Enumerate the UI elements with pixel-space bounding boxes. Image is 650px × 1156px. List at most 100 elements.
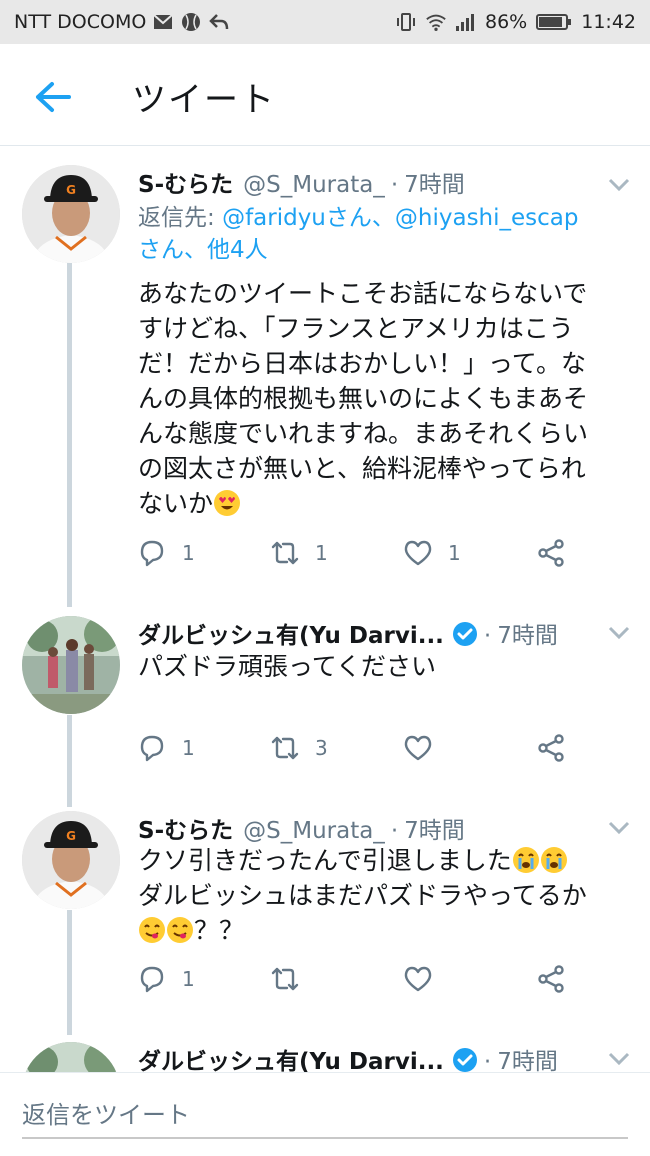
verified-badge-icon bbox=[452, 621, 478, 647]
like-button[interactable] bbox=[402, 732, 448, 764]
status-bar: NTT DOCOMO 86% 11:42 bbox=[0, 0, 650, 44]
author-name[interactable]: S-むらた bbox=[138, 811, 233, 845]
text-line: んな態度でいれますね。まあそれくらい bbox=[138, 419, 589, 448]
text-line: ダルビッシュはまだパズドラやってるか bbox=[138, 881, 587, 910]
wifi-icon bbox=[425, 11, 447, 33]
reply-composer-bar bbox=[0, 1072, 650, 1156]
reply-to-line: 返信先: @faridyuさん、@hiyashi_escap さん、他4人 bbox=[138, 202, 628, 266]
text-line: の図太さが無いと、給料泥棒やってられ bbox=[138, 454, 586, 483]
reply-button[interactable]: 1 bbox=[136, 963, 195, 995]
svg-text:G: G bbox=[66, 829, 76, 843]
clock: 11:42 bbox=[581, 11, 636, 33]
heart-icon bbox=[404, 540, 432, 566]
conversation-thread: G S-むらた @S_Murata_ · 7時間 返信先: @faridyuさん… bbox=[0, 147, 650, 1072]
like-button[interactable] bbox=[402, 963, 448, 995]
reply-others-link[interactable]: さん、他4人 bbox=[138, 237, 268, 263]
reply-arrow-icon bbox=[208, 11, 230, 33]
separator: · bbox=[483, 1049, 492, 1072]
battery-icon bbox=[535, 11, 573, 33]
yum-emoji-icon bbox=[167, 917, 193, 943]
tweet-time[interactable]: 7時間 bbox=[497, 616, 558, 650]
author-handle[interactable]: @S_Murata_ bbox=[243, 818, 385, 844]
reply-user-link[interactable]: @hiyashi_escap bbox=[395, 205, 579, 231]
text-line: パズドラ頑張ってください bbox=[138, 652, 437, 681]
author-name[interactable]: ダルビッシュ有(Yu Darvi... bbox=[138, 1042, 444, 1072]
reply-icon bbox=[140, 966, 164, 993]
avatar[interactable] bbox=[22, 1042, 120, 1072]
mail-icon bbox=[152, 11, 174, 33]
author-name[interactable]: S-むらた bbox=[138, 165, 233, 199]
heart-icon bbox=[404, 735, 432, 761]
baseball-icon bbox=[180, 11, 202, 33]
avatar[interactable]: G bbox=[22, 811, 120, 909]
chevron-down-icon[interactable] bbox=[606, 1049, 632, 1069]
retweet-icon bbox=[271, 541, 299, 565]
battery-percent: 86% bbox=[485, 11, 528, 33]
reply-button[interactable]: 1 bbox=[136, 537, 195, 569]
text-line: だ！だから日本はおかしい！」って。な bbox=[138, 349, 587, 378]
tweet-header: ダルビッシュ有(Yu Darvi... · 7時間 bbox=[138, 616, 558, 650]
vibrate-icon bbox=[395, 11, 417, 33]
text-line: クソ引きだったんで引退しました bbox=[138, 846, 512, 875]
reply-count: 1 bbox=[182, 541, 195, 565]
reply-count: 1 bbox=[182, 967, 195, 991]
retweet-count: 3 bbox=[315, 736, 328, 760]
share-button[interactable] bbox=[535, 732, 567, 764]
text-line: すけどね、「フランスとアメリカはこう bbox=[138, 314, 574, 343]
chevron-down-icon[interactable] bbox=[606, 623, 632, 643]
reply-icon bbox=[140, 735, 164, 762]
yum-emoji-icon bbox=[139, 917, 165, 943]
like-button[interactable]: 1 bbox=[402, 537, 461, 569]
share-button[interactable] bbox=[535, 963, 567, 995]
verified-badge-icon bbox=[452, 1047, 478, 1072]
reply-button[interactable]: 1 bbox=[136, 732, 195, 764]
retweet-count: 1 bbox=[315, 541, 328, 565]
arrow-left-icon bbox=[36, 82, 71, 112]
author-handle[interactable]: @S_Murata_ bbox=[243, 172, 385, 198]
chevron-down-icon[interactable] bbox=[606, 175, 632, 195]
tweet-actions: 1 bbox=[136, 963, 576, 1003]
tweet-header: ダルビッシュ有(Yu Darvi... · 7時間 bbox=[138, 1042, 558, 1072]
tweet-time[interactable]: 7時間 bbox=[497, 1042, 558, 1072]
tweet-text: あなたのツイートこそお話にならないで すけどね、「フランスとアメリカはこう だ！… bbox=[138, 276, 630, 521]
reply-input[interactable] bbox=[22, 1099, 628, 1139]
tweet-actions: 1 3 bbox=[136, 732, 576, 772]
tweet-text: パズドラ頑張ってください bbox=[138, 649, 630, 684]
page-title: ツイート bbox=[132, 80, 276, 120]
carrier-label: NTT DOCOMO bbox=[14, 11, 147, 33]
svg-text:G: G bbox=[66, 183, 76, 197]
crying-emoji-icon bbox=[512, 847, 539, 873]
retweet-button[interactable]: 1 bbox=[269, 537, 328, 569]
avatar[interactable]: G bbox=[22, 165, 120, 263]
retweet-icon bbox=[271, 736, 299, 760]
tweet-header: S-むらた @S_Murata_ · 7時間 bbox=[138, 165, 465, 199]
share-icon bbox=[538, 539, 564, 567]
text-line: んの具体的根拠も無いのによくもまあそ bbox=[138, 384, 589, 413]
retweet-icon bbox=[271, 967, 299, 991]
tweet-time[interactable]: 7時間 bbox=[404, 165, 465, 199]
retweet-button[interactable]: 3 bbox=[269, 732, 328, 764]
tweet-actions: 1 1 1 bbox=[136, 537, 576, 577]
separator: · bbox=[390, 818, 399, 844]
author-name[interactable]: ダルビッシュ有(Yu Darvi... bbox=[138, 616, 444, 650]
chevron-down-icon[interactable] bbox=[606, 818, 632, 838]
tweet-header: S-むらた @S_Murata_ · 7時間 bbox=[138, 811, 465, 845]
heart-eyes-emoji-icon bbox=[214, 490, 241, 516]
reply-to-label: 返信先: bbox=[138, 205, 223, 231]
back-button[interactable] bbox=[30, 74, 76, 120]
share-icon bbox=[538, 734, 564, 762]
reply-icon bbox=[140, 540, 164, 567]
separator: · bbox=[390, 172, 399, 198]
separator: · bbox=[483, 623, 492, 649]
like-count: 1 bbox=[448, 541, 461, 565]
tweet-text: クソ引きだったんで引退しました ダルビッシュはまだパズドラやってるか ？？ bbox=[138, 843, 630, 948]
thread-connector bbox=[67, 910, 72, 1035]
avatar[interactable] bbox=[22, 616, 120, 714]
text-line: ないか bbox=[138, 489, 214, 518]
crying-emoji-icon bbox=[540, 847, 567, 873]
thread-connector bbox=[67, 262, 72, 607]
tweet-time[interactable]: 7時間 bbox=[404, 811, 465, 845]
reply-user-link[interactable]: @faridyuさん、 bbox=[222, 205, 395, 231]
retweet-button[interactable] bbox=[269, 963, 315, 995]
share-button[interactable] bbox=[535, 537, 567, 569]
